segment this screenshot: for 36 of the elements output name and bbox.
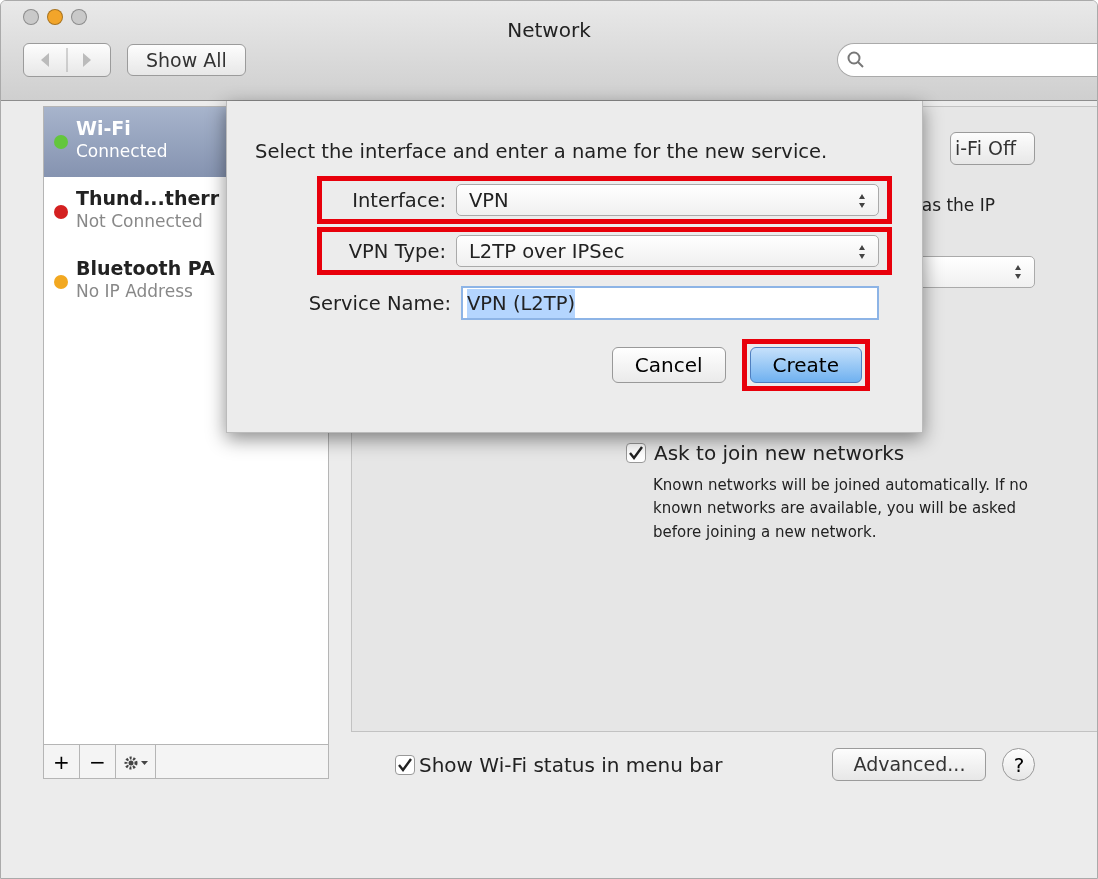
description-text: Known networks will be joined automatically. If no known networks are available, you will be asked before joining a new network. [653,475,1029,543]
remove-button[interactable]: − [80,745,116,778]
popup-menu[interactable]: VPN [456,184,879,217]
field-label: Service Name: [307,290,451,317]
window-control[interactable] [47,9,63,25]
service-name: Wi-Fi [76,117,132,140]
add-button[interactable]: + [44,745,80,778]
turn-off-button[interactable]: i-Fi Off [949,132,1035,165]
checkbox[interactable] [395,754,415,775]
window-control[interactable] [71,9,87,25]
service-name-field[interactable]: VPN (L2TP) [461,286,879,321]
status-text: as the IP [921,193,995,217]
stepper-icon [858,193,866,210]
advanced-button[interactable]: Advanced... [832,748,987,781]
field-label: VPN Type: [347,238,446,265]
service-status: No IP Address [76,279,194,302]
checkbox[interactable] [626,443,646,464]
stepper-icon [1014,264,1022,281]
checkbox-label: Show Wi-Fi status in menu bar [419,751,723,779]
window-title: Network [506,17,592,44]
popup-menu[interactable]: L2TP over IPSec [456,235,879,268]
help-button[interactable]: ? [1002,748,1036,781]
search-field[interactable] [837,43,1097,77]
checkbox-label: Ask to join new networks [654,440,905,468]
service-name: Bluetooth PA [76,257,215,280]
cancel-button[interactable]: Cancel [611,347,726,384]
field-label: Interface: [351,187,446,214]
show-all-button[interactable]: Show All [127,43,246,77]
back-forward-control[interactable] [23,43,111,77]
window-control[interactable] [23,9,39,25]
service-name: Thund...therr [76,187,220,210]
service-status: Not Connected [76,209,204,232]
create-button[interactable]: Create [749,347,862,384]
stepper-icon [858,244,866,261]
search-icon [846,50,866,70]
service-status: Connected [76,139,168,162]
